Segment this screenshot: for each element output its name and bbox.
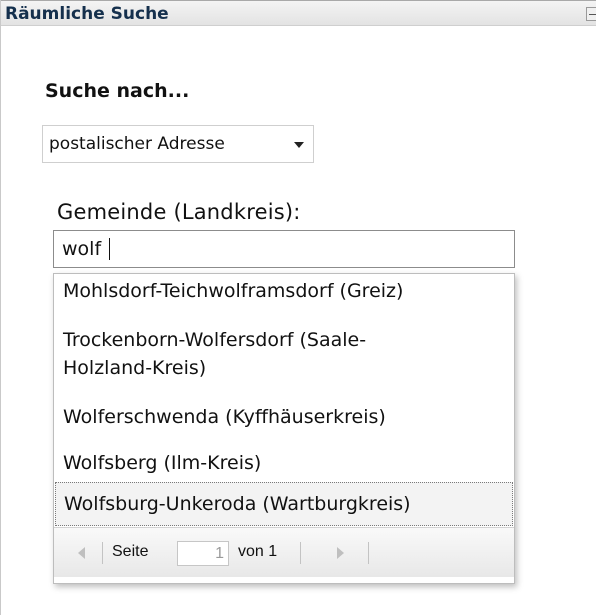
next-page-icon[interactable] <box>337 547 344 559</box>
suggestion-item[interactable]: Wolfsberg (Ilm-Kreis) <box>63 449 509 477</box>
suggestion-item-line1: Trockenborn-Wolfersdorf (Saale- <box>63 329 367 351</box>
toolbar-separator <box>368 542 369 564</box>
page-label: Seite <box>112 543 149 560</box>
pagination-toolbar: Seite von 1 <box>54 527 514 577</box>
page-number-input[interactable] <box>177 541 229 566</box>
suggestion-dropdown: Mohlsdorf-Teichwolframsdorf (Greiz) Troc… <box>53 273 515 584</box>
panel-title: Räumliche Suche <box>5 4 169 24</box>
prev-page-icon[interactable] <box>78 547 85 559</box>
suggestion-item[interactable]: Mohlsdorf-Teichwolframsdorf (Greiz) <box>63 277 509 305</box>
gemeinde-label: Gemeinde (Landkreis): <box>57 200 301 224</box>
panel-header: Räumliche Suche <box>1 0 596 26</box>
search-mode-select[interactable]: postalischer Adresse <box>42 125 314 163</box>
suggestion-item[interactable]: Trockenborn-Wolfersdorf (Saale- Holzland… <box>63 326 509 382</box>
toolbar-separator <box>102 542 103 564</box>
chevron-down-icon <box>294 142 304 148</box>
text-caret <box>109 238 110 260</box>
gemeinde-search-input[interactable] <box>53 230 515 268</box>
search-heading: Suche nach... <box>45 80 190 102</box>
suggestion-item[interactable]: Wolferschwenda (Kyffhäuserkreis) <box>63 403 509 431</box>
suggestion-item-line2: Holzland-Kreis) <box>63 357 207 379</box>
spatial-search-panel: Räumliche Suche Suche nach... postalisch… <box>0 0 596 615</box>
page-count-label: von 1 <box>238 543 278 560</box>
minimize-icon[interactable] <box>586 7 596 21</box>
toolbar-separator <box>300 542 301 564</box>
suggestion-item-selected[interactable]: Wolfsburg-Unkeroda (Wartburgkreis) <box>55 482 513 526</box>
search-mode-value: postalischer Adresse <box>49 134 225 154</box>
